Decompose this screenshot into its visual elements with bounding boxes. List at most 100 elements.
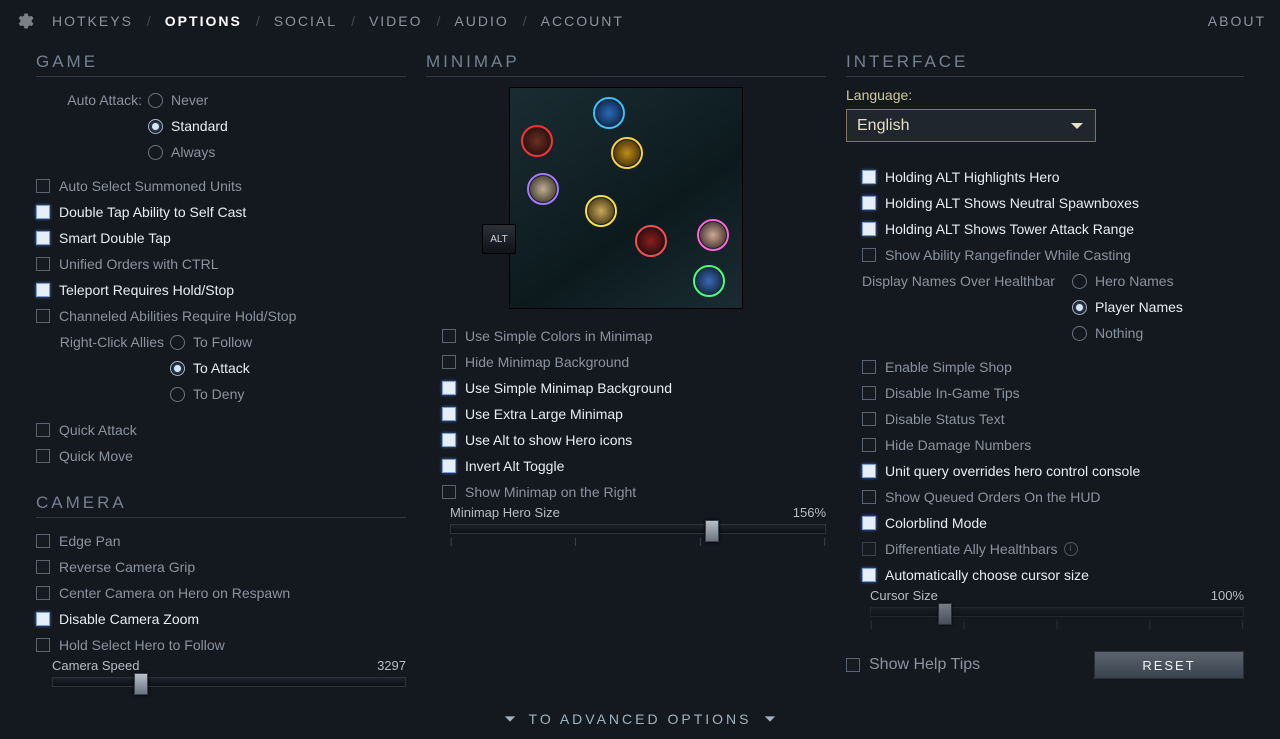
radio-label: Hero Names [1095, 273, 1174, 289]
radio[interactable] [148, 119, 163, 134]
checkbox[interactable] [36, 586, 50, 600]
radio[interactable] [170, 361, 185, 376]
checkbox[interactable] [36, 449, 50, 463]
checkbox[interactable] [442, 381, 456, 395]
radio-label: To Follow [193, 334, 252, 350]
radio[interactable] [1072, 274, 1087, 289]
nav-separator: / [256, 13, 260, 29]
section-heading-camera: CAMERA [36, 493, 406, 518]
checkbox[interactable] [862, 248, 876, 262]
radio[interactable] [170, 387, 185, 402]
advanced-options-link[interactable]: TO ADVANCED OPTIONS [0, 711, 1280, 727]
hero-icon [530, 176, 556, 202]
checkbox-label: Show Help Tips [869, 656, 980, 674]
checkbox-label: Hold Select Hero to Follow [59, 637, 225, 653]
radio[interactable] [170, 335, 185, 350]
minimap-hero-size-slider[interactable] [450, 524, 826, 534]
checkbox[interactable] [862, 568, 876, 582]
checkbox[interactable] [442, 355, 456, 369]
checkbox-label: Smart Double Tap [59, 230, 171, 246]
checkbox[interactable] [862, 196, 876, 210]
nav-hotkeys[interactable]: HOTKEYS [52, 13, 133, 29]
checkbox[interactable] [862, 464, 876, 478]
radio-label: Player Names [1095, 299, 1183, 315]
checkbox-label: Invert Alt Toggle [465, 458, 564, 474]
reset-button[interactable]: RESET [1094, 651, 1244, 679]
minimap-hero-size-value: 156% [793, 505, 826, 520]
checkbox[interactable] [862, 438, 876, 452]
chevron-down-icon [763, 712, 777, 726]
checkbox[interactable] [36, 423, 50, 437]
checkbox[interactable] [442, 407, 456, 421]
checkbox-label: Hide Minimap Background [465, 354, 629, 370]
checkbox[interactable] [862, 222, 876, 236]
checkbox[interactable] [442, 459, 456, 473]
hero-icon [700, 222, 726, 248]
nav-video[interactable]: VIDEO [369, 13, 423, 29]
checkbox[interactable] [862, 412, 876, 426]
checkbox-label: Auto Select Summoned Units [59, 178, 242, 194]
checkbox[interactable] [36, 205, 50, 219]
checkbox-label: Enable Simple Shop [885, 359, 1012, 375]
language-value: English [857, 117, 909, 135]
checkbox[interactable] [36, 534, 50, 548]
checkbox[interactable] [862, 386, 876, 400]
checkbox-label: Holding ALT Highlights Hero [885, 169, 1060, 185]
minimap-hero-size-label: Minimap Hero Size [450, 505, 560, 520]
radio[interactable] [148, 145, 163, 160]
nav-options[interactable]: OPTIONS [165, 13, 242, 29]
cursor-size-slider [870, 607, 1244, 617]
hero-icon [696, 268, 722, 294]
nav-audio[interactable]: AUDIO [454, 13, 508, 29]
checkbox[interactable] [36, 638, 50, 652]
checkbox[interactable] [846, 658, 860, 672]
checkbox[interactable] [862, 170, 876, 184]
section-heading-game: GAME [36, 52, 406, 77]
checkbox[interactable] [36, 257, 50, 271]
nav-account[interactable]: ACCOUNT [541, 13, 624, 29]
checkbox-label: Show Ability Rangefinder While Casting [885, 247, 1131, 263]
nav-about[interactable]: ABOUT [1208, 13, 1266, 29]
checkbox[interactable] [442, 433, 456, 447]
checkbox-label: Disable Camera Zoom [59, 611, 199, 627]
checkbox-label: Use Alt to show Hero icons [465, 432, 632, 448]
checkbox[interactable] [442, 485, 456, 499]
radio[interactable] [1072, 300, 1087, 315]
language-dropdown[interactable]: English [846, 109, 1096, 142]
checkbox-label: Unit query overrides hero control consol… [885, 463, 1140, 479]
camera-speed-thumb[interactable] [134, 673, 148, 695]
checkbox[interactable] [36, 231, 50, 245]
auto-attack-label: Auto Attack: [36, 92, 142, 108]
checkbox[interactable] [36, 179, 50, 193]
radio[interactable] [1072, 326, 1087, 341]
checkbox[interactable] [862, 516, 876, 530]
checkbox [862, 542, 876, 556]
checkbox-label: Use Simple Minimap Background [465, 380, 672, 396]
info-icon[interactable]: i [1064, 542, 1078, 556]
checkbox-label: Use Extra Large Minimap [465, 406, 623, 422]
checkbox[interactable] [36, 560, 50, 574]
nav-social[interactable]: SOCIAL [274, 13, 337, 29]
checkbox-label: Hide Damage Numbers [885, 437, 1031, 453]
checkbox[interactable] [36, 612, 50, 626]
checkbox[interactable] [442, 329, 456, 343]
right-click-allies-label: Right-Click Allies [36, 334, 164, 350]
nav-separator: / [523, 13, 527, 29]
radio-label: Always [171, 144, 215, 160]
checkbox-label: Center Camera on Hero on Respawn [59, 585, 290, 601]
checkbox[interactable] [862, 490, 876, 504]
camera-speed-slider[interactable] [52, 677, 406, 687]
radio[interactable] [148, 93, 163, 108]
checkbox[interactable] [36, 309, 50, 323]
gear-icon[interactable] [14, 11, 34, 31]
chevron-down-icon [1069, 118, 1085, 134]
nav-separator: / [351, 13, 355, 29]
checkbox[interactable] [862, 360, 876, 374]
top-nav: HOTKEYS/OPTIONS/SOCIAL/VIDEO/AUDIO/ACCOU… [0, 0, 1280, 42]
checkbox[interactable] [36, 283, 50, 297]
minimap-hero-size-thumb[interactable] [705, 520, 719, 542]
radio-label: Standard [171, 118, 228, 134]
cursor-size-thumb [938, 603, 952, 625]
chevron-down-icon [503, 712, 517, 726]
hero-icon [614, 140, 640, 166]
